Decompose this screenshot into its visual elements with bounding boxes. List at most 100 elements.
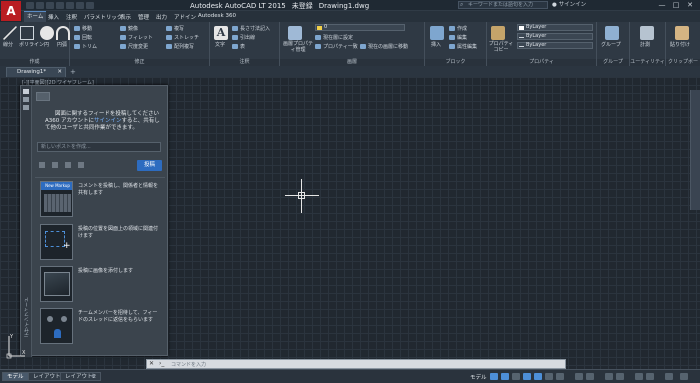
- polyline-icon[interactable]: [20, 26, 34, 40]
- utilities-panel-label[interactable]: ユーティリティ: [630, 59, 665, 66]
- app-logo-icon[interactable]: A: [1, 1, 21, 21]
- annotation-scale-icon[interactable]: [575, 373, 583, 380]
- select-area-icon[interactable]: [39, 162, 45, 168]
- clipboard-panel-label[interactable]: クリップボード: [666, 59, 700, 72]
- circle-icon[interactable]: [40, 26, 54, 40]
- edit-attributes-button[interactable]: 属性編集: [449, 43, 477, 50]
- osnap-toggle-icon[interactable]: [534, 373, 542, 380]
- layers-panel-label[interactable]: 画層: [280, 59, 424, 66]
- new-file-icon[interactable]: [26, 2, 34, 9]
- line-icon[interactable]: [3, 26, 17, 40]
- close-command-line-icon[interactable]: ✕: [149, 360, 154, 367]
- workspace-switch-icon[interactable]: [605, 373, 613, 380]
- tab-insert[interactable]: 挿入: [48, 13, 59, 21]
- add-layout-button[interactable]: +: [90, 372, 96, 380]
- tab-annotate[interactable]: 注釈: [66, 13, 77, 21]
- tab-autodesk-360[interactable]: Autodesk 360: [198, 13, 236, 19]
- rotate-button[interactable]: 回転: [74, 34, 92, 41]
- close-palette-icon[interactable]: [23, 89, 29, 94]
- copy-button[interactable]: 複写: [166, 25, 184, 32]
- close-tab-icon[interactable]: ✕: [57, 68, 62, 77]
- change-to-current-layer-button[interactable]: 現在の画層に移動: [360, 43, 408, 50]
- save-icon[interactable]: [46, 2, 54, 9]
- attach-image-icon[interactable]: [52, 162, 58, 168]
- file-tab-drawing1[interactable]: Drawing1* ✕: [6, 67, 66, 77]
- model-space-toggle[interactable]: モデル: [470, 373, 487, 381]
- insert-block-icon[interactable]: [430, 26, 444, 40]
- match-properties-icon[interactable]: [491, 26, 505, 40]
- delete-icon[interactable]: [78, 162, 84, 168]
- ortho-toggle-icon[interactable]: [512, 373, 520, 380]
- new-tab-button[interactable]: +: [70, 68, 76, 76]
- lineweight-dropdown[interactable]: ByLayer: [517, 33, 593, 40]
- feed-sign-in-link[interactable]: サインイン: [94, 118, 122, 124]
- post-button[interactable]: 投稿: [137, 160, 162, 171]
- tab-home[interactable]: ホーム: [24, 11, 47, 22]
- palette-title-strip[interactable]: デザインフィード: [21, 86, 32, 357]
- fillet-button[interactable]: フィレット: [120, 34, 153, 41]
- linetype-dropdown[interactable]: ByLayer: [517, 42, 593, 49]
- group-icon[interactable]: [605, 26, 619, 40]
- customization-menu-icon[interactable]: [680, 373, 688, 380]
- create-block-button[interactable]: 作成: [449, 25, 467, 32]
- stretch-button[interactable]: ストレッチ: [166, 34, 199, 41]
- leader-button[interactable]: 引出線: [232, 34, 255, 41]
- scale-button[interactable]: 尺度変更: [120, 43, 148, 50]
- sign-in-button[interactable]: ● サインイン: [552, 1, 594, 9]
- measure-icon[interactable]: [640, 26, 654, 40]
- arc-icon[interactable]: [56, 26, 70, 40]
- groups-panel-label[interactable]: グループ: [597, 59, 629, 66]
- tab-view[interactable]: 表示: [120, 13, 131, 21]
- snap-toggle-icon[interactable]: [501, 373, 509, 380]
- isolate-objects-icon[interactable]: [635, 373, 643, 380]
- mirror-button[interactable]: 鏡像: [120, 25, 138, 32]
- annotation-visibility-icon[interactable]: [586, 373, 594, 380]
- polar-toggle-icon[interactable]: [523, 373, 531, 380]
- annotation-panel-label[interactable]: 注釈: [210, 59, 279, 66]
- undo-icon[interactable]: [76, 2, 84, 9]
- properties-panel-label[interactable]: プロパティ: [487, 59, 596, 66]
- redo-icon[interactable]: [86, 2, 94, 9]
- help-search-input[interactable]: ⌕ キーワードまたは語句を入力: [458, 1, 548, 9]
- minimize-button[interactable]: —: [656, 0, 668, 10]
- edit-block-button[interactable]: 編集: [449, 34, 467, 41]
- draw-panel-label[interactable]: 作成: [0, 59, 69, 66]
- array-button[interactable]: 配列複写: [166, 43, 194, 50]
- print-icon[interactable]: [66, 2, 74, 9]
- block-panel-label[interactable]: ブロック: [425, 59, 486, 66]
- open-file-icon[interactable]: [36, 2, 44, 9]
- maximize-button[interactable]: □: [670, 0, 682, 10]
- command-line[interactable]: ✕ ›_ コマンドを入力: [146, 359, 566, 369]
- tab-parametric[interactable]: パラメトリック: [84, 13, 122, 21]
- tab-output[interactable]: 出力: [156, 13, 167, 21]
- move-button[interactable]: 移動: [74, 25, 92, 32]
- hardware-acceleration-icon[interactable]: [646, 373, 654, 380]
- layout-tab-model[interactable]: モデル: [2, 372, 29, 381]
- mention-icon[interactable]: [65, 162, 71, 168]
- trim-button[interactable]: トリム: [74, 43, 97, 50]
- clean-screen-icon[interactable]: [665, 373, 673, 380]
- lineweight-toggle-icon[interactable]: [556, 373, 564, 380]
- linear-dimension-button[interactable]: 長さ寸法記入: [232, 25, 270, 32]
- annotation-monitor-icon[interactable]: [616, 373, 624, 380]
- modify-panel-label[interactable]: 修正: [70, 59, 209, 66]
- set-current-layer-button[interactable]: 現在層に設定: [315, 34, 353, 41]
- grid-toggle-icon[interactable]: [490, 373, 498, 380]
- table-button[interactable]: 表: [232, 43, 245, 50]
- command-history-icon[interactable]: ›_: [159, 360, 164, 367]
- autohide-icon[interactable]: [23, 97, 29, 102]
- tab-addins[interactable]: アドイン: [174, 13, 196, 21]
- command-input[interactable]: コマンドを入力: [171, 361, 206, 368]
- tab-manage[interactable]: 管理: [138, 13, 149, 21]
- palette-properties-icon[interactable]: [23, 105, 29, 110]
- save-as-icon[interactable]: [56, 2, 64, 9]
- paste-icon[interactable]: [675, 26, 689, 40]
- text-icon[interactable]: A: [214, 26, 228, 40]
- otrack-toggle-icon[interactable]: [545, 373, 553, 380]
- layer-properties-icon[interactable]: [288, 26, 302, 40]
- match-layer-button[interactable]: プロパティ一致: [315, 43, 358, 50]
- layer-dropdown[interactable]: 0: [315, 24, 405, 31]
- new-post-input[interactable]: 新しいポストを作成...: [37, 142, 161, 152]
- close-button[interactable]: ✕: [684, 0, 696, 10]
- feed-settings-icon[interactable]: [36, 92, 50, 101]
